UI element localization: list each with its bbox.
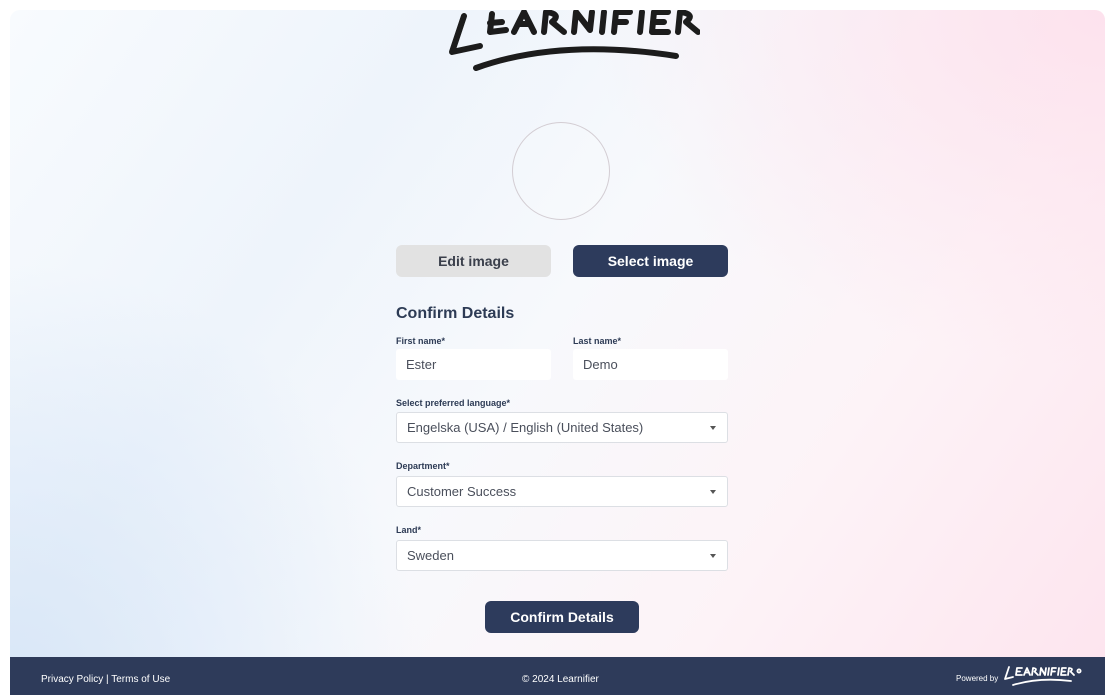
first-name-field[interactable]: Ester — [396, 349, 551, 380]
land-select[interactable]: Sweden — [396, 540, 728, 571]
copyright-text: © 2024 Learnifier — [522, 674, 599, 685]
first-name-label: First name* — [396, 336, 446, 346]
confirm-details-button[interactable]: Confirm Details — [485, 601, 639, 633]
department-label: Department* — [396, 461, 450, 471]
last-name-label: Last name* — [573, 336, 622, 346]
privacy-policy-link[interactable]: Privacy Policy — [41, 674, 103, 685]
select-image-button[interactable]: Select image — [573, 245, 728, 277]
chevron-down-icon — [710, 554, 716, 558]
chevron-down-icon — [710, 426, 716, 430]
edit-image-button[interactable]: Edit image — [396, 245, 551, 277]
profile-image-placeholder — [512, 122, 610, 220]
learnifier-logo — [449, 10, 700, 71]
form-title: Confirm Details — [396, 305, 515, 322]
department-value: Customer Success — [407, 484, 517, 499]
first-name-value: Ester — [406, 357, 437, 372]
last-name-field[interactable]: Demo — [573, 349, 728, 380]
language-value: Engelska (USA) / English (United States) — [407, 420, 644, 435]
department-select[interactable]: Customer Success — [396, 476, 728, 507]
last-name-value: Demo — [583, 357, 618, 372]
learnifier-footer-logo — [1004, 666, 1082, 686]
language-label: Select preferred language* — [396, 398, 511, 408]
land-label: Land* — [396, 525, 422, 535]
footer: Privacy Policy | Terms of Use © 2024 Lea… — [10, 657, 1105, 695]
page-background: Edit image Select image Confirm Details … — [10, 10, 1105, 695]
chevron-down-icon — [710, 490, 716, 494]
land-value: Sweden — [407, 548, 454, 563]
terms-of-use-link[interactable]: Terms of Use — [111, 674, 170, 685]
language-select[interactable]: Engelska (USA) / English (United States) — [396, 412, 728, 443]
footer-links: Privacy Policy | Terms of Use — [41, 674, 170, 685]
powered-by-text: Powered by — [956, 674, 999, 683]
